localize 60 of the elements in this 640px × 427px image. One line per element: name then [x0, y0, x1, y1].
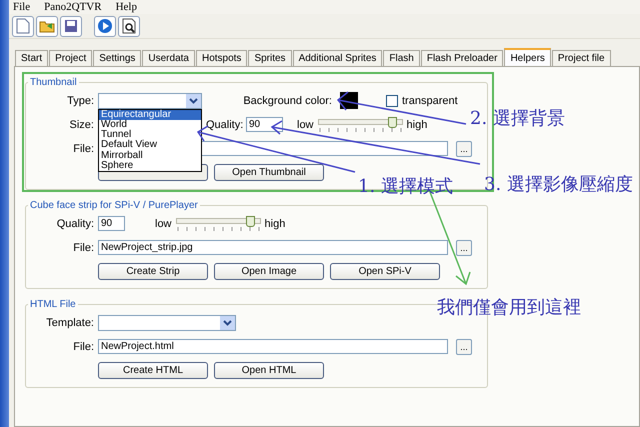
annotation-text: 我們僅會用到這裡 [437, 296, 581, 319]
slider-thumb[interactable] [388, 116, 397, 128]
caret-icon [186, 94, 201, 108]
field-label: Type: [66, 94, 94, 106]
field-label: File: [72, 340, 94, 352]
menu-item[interactable]: Help [116, 1, 137, 13]
tab[interactable]: Sprites [248, 50, 292, 66]
field-label: Quality: [56, 218, 94, 230]
dropdown-option[interactable]: Equirectangular [99, 110, 201, 120]
group-title: HTML File [29, 299, 77, 310]
tab[interactable]: Additional Sprites [292, 50, 382, 66]
checkbox-label: transparent [402, 94, 458, 106]
action-button[interactable]: Open Thumbnail [214, 164, 324, 181]
tab[interactable]: Flash [383, 50, 420, 66]
slider-label: high [264, 218, 286, 230]
slider-label: low [155, 218, 172, 230]
action-button[interactable]: Open HTML [214, 362, 324, 379]
tab[interactable]: Userdata [142, 50, 195, 66]
tab[interactable]: Start [15, 50, 48, 66]
template-dropdown[interactable] [98, 314, 236, 330]
file-field[interactable]: NewProject.html [98, 339, 448, 354]
open-folder-icon[interactable] [36, 16, 58, 36]
slider-label: low [297, 118, 314, 130]
slider-label: high [406, 118, 428, 130]
save-icon[interactable] [60, 16, 82, 36]
tab[interactable]: Helpers [504, 48, 551, 66]
menu-item[interactable]: File [13, 1, 30, 13]
preview-icon[interactable] [118, 16, 140, 36]
field-label: Background color: [242, 94, 332, 106]
browse-button[interactable]: ... [456, 240, 472, 256]
quality-field[interactable]: 90 [98, 216, 125, 231]
action-button[interactable]: Open Image [214, 263, 324, 280]
field-label: File: [72, 242, 94, 254]
caret-icon [220, 316, 235, 330]
slider-thumb[interactable] [246, 216, 255, 226]
tab[interactable]: Project [49, 50, 92, 66]
quality-field[interactable]: 90 [246, 117, 283, 132]
type-dropdown[interactable] [98, 92, 202, 108]
action-button[interactable]: Open SPi-V [330, 263, 440, 280]
field-label: Quality: [206, 118, 242, 130]
play-icon[interactable] [94, 16, 116, 36]
tab[interactable]: Hotspots [196, 50, 248, 66]
menu-item[interactable]: Pano2QTVR [44, 1, 102, 13]
field-label: Size: [68, 118, 94, 130]
tab[interactable]: Project file [552, 50, 611, 66]
action-button[interactable]: Create HTML [98, 362, 208, 379]
field-label: File: [72, 142, 94, 154]
browse-button[interactable]: ... [456, 140, 472, 156]
slider[interactable] [318, 116, 403, 132]
new-file-icon[interactable] [12, 16, 34, 36]
slider[interactable] [176, 216, 261, 232]
file-field[interactable]: NewProject_strip.jpg [98, 240, 448, 255]
field-label: Template: [45, 316, 94, 328]
group-title: Thumbnail [29, 77, 78, 88]
action-button[interactable]: Create Strip [98, 263, 208, 280]
tab[interactable]: Flash Preloader [420, 50, 504, 66]
tab[interactable]: Settings [93, 50, 142, 66]
checkbox[interactable] [386, 94, 398, 106]
group-title: Cube face strip for SPi-V / PurePlayer [29, 200, 199, 211]
browse-button[interactable]: ... [456, 338, 472, 354]
